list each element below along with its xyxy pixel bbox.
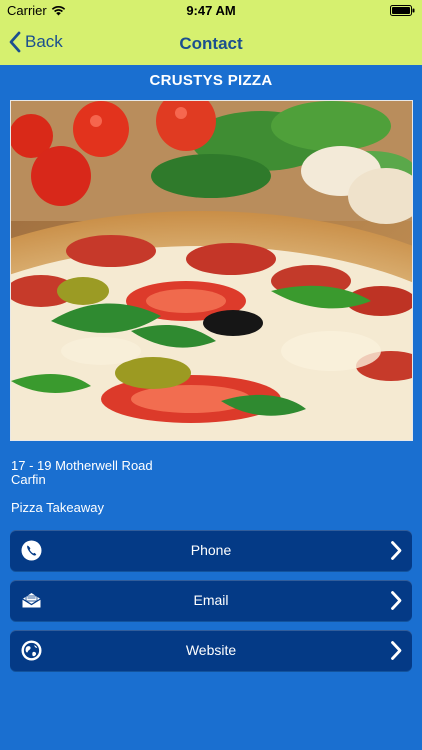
pizza-image [11,101,412,440]
business-category: Pizza Takeaway [11,500,104,515]
phone-button-label: Phone [190,542,232,558]
website-button-label: Website [185,642,237,658]
business-address: 17 - 19 Motherwell Road Carfin [11,459,153,487]
website-button[interactable]: Website [10,630,412,671]
battery-icon [390,5,415,16]
email-button[interactable]: Email [10,580,412,621]
status-time: 9:47 AM [186,3,236,18]
chevron-right-icon [391,541,402,560]
status-bar: Carrier 9:47 AM [0,0,422,22]
email-button-label: Email [193,592,229,608]
address-line-2: Carfin [11,472,46,487]
navigation-bar: Back Contact [0,22,422,65]
chevron-right-icon [391,591,402,610]
business-name: CRUSTYS PIZZA [149,72,273,89]
chevron-right-icon [391,641,402,660]
phone-button[interactable]: Phone [10,530,412,571]
address-line-1: 17 - 19 Motherwell Road [11,458,153,473]
pizza-photo [10,100,413,441]
page-title: Contact [179,34,243,53]
header: Carrier 9:47 AM Back Contact [0,0,422,65]
